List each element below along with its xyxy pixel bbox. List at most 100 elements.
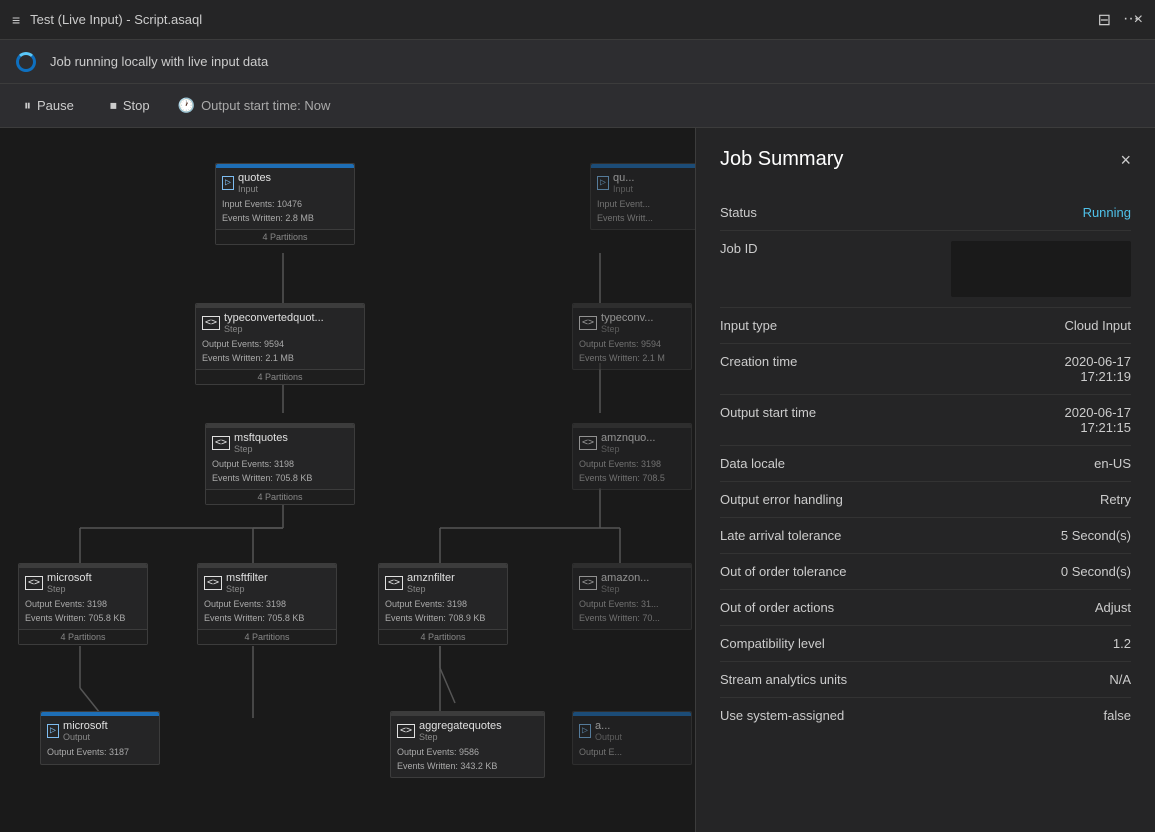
- split-editor-icon[interactable]: ⊟: [1098, 10, 1111, 30]
- clock-icon: 🕐: [178, 97, 195, 114]
- node-type9: Step: [407, 584, 455, 594]
- menu-icon[interactable]: ≡: [12, 12, 20, 28]
- node-stats12: Output Events: 9586Events Written: 343.2…: [391, 744, 544, 777]
- summary-row: Data localeen-US: [720, 446, 1131, 482]
- node-partitions5: 4 Partitions: [206, 489, 354, 504]
- node-type2: Input: [613, 184, 634, 194]
- summary-row: Out of order tolerance0 Second(s): [720, 554, 1131, 590]
- title-bar: ≡ Test (Live Input) - Script.asaql × ⊟ ·…: [0, 0, 1155, 40]
- input-icon: ▷: [222, 176, 234, 190]
- pause-label: Pause: [37, 98, 74, 113]
- summary-label: Job ID: [720, 241, 920, 256]
- more-actions-icon[interactable]: ···: [1123, 10, 1139, 30]
- node-partitions3: 4 Partitions: [196, 369, 364, 384]
- node-name: quotes: [238, 172, 271, 184]
- node-partitions7: 4 Partitions: [19, 629, 147, 644]
- toolbar: ⏸ Pause ⏹ Stop 🕐 Output start time: Now: [0, 84, 1155, 128]
- summary-label: Compatibility level: [720, 636, 920, 651]
- node-type6: Step: [601, 444, 655, 454]
- node-name5: msftquotes: [234, 432, 288, 444]
- output-start-time: 🕐 Output start time: Now: [178, 97, 331, 114]
- summary-value: Adjust: [920, 600, 1131, 615]
- node-name12: aggregatequotes: [419, 720, 502, 732]
- step-icon5: <>: [25, 576, 43, 590]
- summary-label: Late arrival tolerance: [720, 528, 920, 543]
- node-type13: Output: [595, 732, 622, 742]
- stop-button[interactable]: ⏹ Stop: [102, 93, 158, 118]
- node-amznquotes[interactable]: <> amznquo... Step Output Events: 3198Ev…: [572, 423, 692, 490]
- output-start-label: Output start time: Now: [201, 98, 330, 113]
- node-name6: amznquo...: [601, 432, 655, 444]
- input-icon2: ▷: [597, 176, 609, 190]
- summary-row: Output start time2020-06-1717:21:15: [720, 395, 1131, 446]
- node-type11: Output: [63, 732, 108, 742]
- summary-label: Status: [720, 205, 920, 220]
- node-name11: microsoft: [63, 720, 108, 732]
- node-msftfilter[interactable]: <> msftfilter Step Output Events: 3198Ev…: [197, 563, 337, 645]
- status-text: Job running locally with live input data: [50, 54, 268, 69]
- node-name2: qu...: [613, 172, 634, 184]
- pause-icon: ⏸: [24, 97, 31, 114]
- node-a-out[interactable]: ▷ a... Output Output E...: [572, 711, 692, 765]
- panel-close-icon[interactable]: ×: [1120, 151, 1131, 169]
- summary-label: Out of order actions: [720, 600, 920, 615]
- summary-value: 2020-06-1717:21:19: [920, 354, 1131, 384]
- output-icon1: ▷: [47, 724, 59, 738]
- output-icon2: ▷: [579, 724, 591, 738]
- summary-row: Job ID: [720, 231, 1131, 308]
- summary-value: en-US: [920, 456, 1131, 471]
- summary-value: false: [920, 708, 1131, 723]
- step-icon9: <>: [397, 724, 415, 738]
- node-stats9: Output Events: 3198Events Written: 708.9…: [379, 596, 507, 629]
- summary-row: Late arrival tolerance5 Second(s): [720, 518, 1131, 554]
- summary-label: Out of order tolerance: [720, 564, 920, 579]
- node-name8: msftfilter: [226, 572, 268, 584]
- node-typeconverted1[interactable]: <> typeconvertedquot... Step Output Even…: [195, 303, 365, 385]
- summary-label: Stream analytics units: [720, 672, 920, 687]
- pause-button[interactable]: ⏸ Pause: [16, 93, 82, 118]
- node-microsoft-out[interactable]: ▷ microsoft Output Output Events: 3187: [40, 711, 160, 765]
- summary-value: 5 Second(s): [920, 528, 1131, 543]
- node-amznfilter[interactable]: <> amznfilter Step Output Events: 3198Ev…: [378, 563, 508, 645]
- node-type7: Step: [47, 584, 92, 594]
- node-msftquotes[interactable]: <> msftquotes Step Output Events: 3198Ev…: [205, 423, 355, 505]
- job-summary-panel: Job Summary × StatusRunningJob IDInput t…: [695, 128, 1155, 832]
- node-typeconverted2[interactable]: <> typeconv... Step Output Events: 9594E…: [572, 303, 692, 370]
- summary-value: 2020-06-1717:21:15: [920, 405, 1131, 435]
- summary-label: Output error handling: [720, 492, 920, 507]
- node-type10: Step: [601, 584, 649, 594]
- status-bar: Job running locally with live input data: [0, 40, 1155, 84]
- node-type12: Step: [419, 732, 502, 742]
- summary-label: Creation time: [720, 354, 920, 369]
- window-actions: ⊟ ···: [1098, 10, 1139, 30]
- step-icon7: <>: [385, 576, 403, 590]
- node-name13: a...: [595, 720, 622, 732]
- node-amazon[interactable]: <> amazon... Step Output Events: 31...Ev…: [572, 563, 692, 630]
- node-partitions8: 4 Partitions: [198, 629, 336, 644]
- node-type4: Step: [601, 324, 653, 334]
- node-quotes1[interactable]: ▷ quotes Input Input Events: 10476Events…: [215, 163, 355, 245]
- node-microsoft[interactable]: <> microsoft Step Output Events: 3198Eve…: [18, 563, 148, 645]
- node-quotes2[interactable]: ▷ qu... Input Input Event...Events Writt…: [590, 163, 695, 230]
- summary-row: Creation time2020-06-1717:21:19: [720, 344, 1131, 395]
- summary-rows: StatusRunningJob IDInput typeCloud Input…: [720, 195, 1131, 733]
- summary-value: Retry: [920, 492, 1131, 507]
- node-name3: typeconvertedquot...: [224, 312, 324, 324]
- step-icon2: <>: [579, 316, 597, 330]
- node-type5: Step: [234, 444, 288, 454]
- summary-row: Input typeCloud Input: [720, 308, 1131, 344]
- node-stats2: Input Event...Events Writt...: [591, 196, 695, 229]
- summary-row: Stream analytics unitsN/A: [720, 662, 1131, 698]
- stop-label: Stop: [123, 98, 150, 113]
- loading-spinner: [16, 52, 36, 72]
- node-name7: microsoft: [47, 572, 92, 584]
- summary-label: Use system-assigned: [720, 708, 920, 723]
- node-stats11: Output Events: 3187: [41, 744, 159, 764]
- node-stats3: Output Events: 9594Events Written: 2.1 M…: [196, 336, 364, 369]
- step-icon8: <>: [579, 576, 597, 590]
- node-aggregatequotes[interactable]: <> aggregatequotes Step Output Events: 9…: [390, 711, 545, 778]
- node-type8: Step: [226, 584, 268, 594]
- diagram-area[interactable]: ▷ quotes Input Input Events: 10476Events…: [0, 128, 695, 832]
- node-name10: amazon...: [601, 572, 649, 584]
- step-icon3: <>: [212, 436, 230, 450]
